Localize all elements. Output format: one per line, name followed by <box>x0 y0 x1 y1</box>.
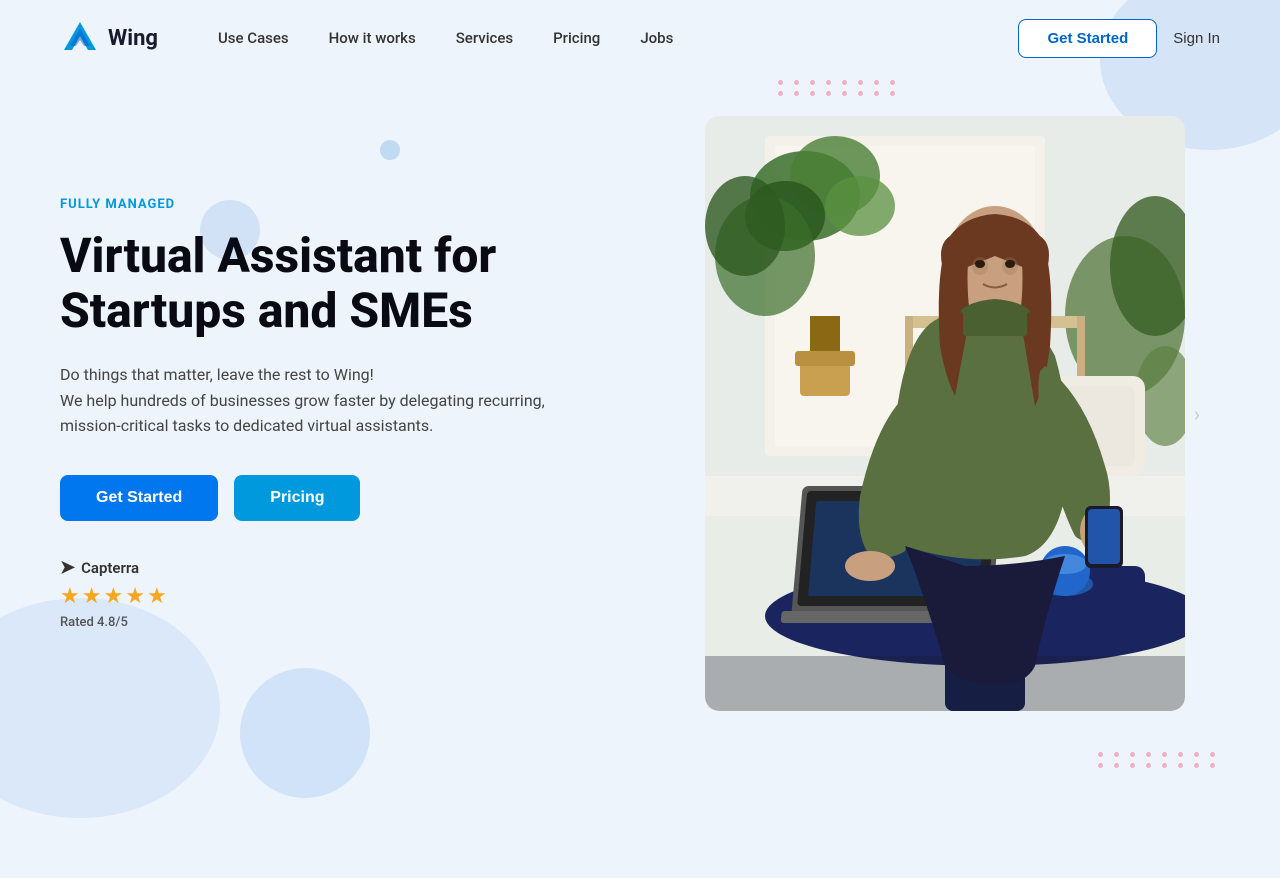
hero-image-area: › <box>670 116 1220 711</box>
hero-buttons: Get Started Pricing <box>60 475 610 521</box>
nav-sign-in-button[interactable]: Sign In <box>1173 30 1220 47</box>
hero-section: FULLY MANAGED Virtual Assistant for Star… <box>0 76 1280 771</box>
logo-text: Wing <box>108 26 158 51</box>
navbar: Wing Use Cases How it works Services Pri… <box>0 0 1280 76</box>
capterra-arrow-icon: ➤ <box>60 557 75 578</box>
nav-link-how-it-works[interactable]: How it works <box>329 29 416 47</box>
hero-image-arrow: › <box>1194 402 1200 426</box>
hero-description: Do things that matter, leave the rest to… <box>60 362 610 439</box>
nav-links: Use Cases How it works Services Pricing … <box>218 29 1018 47</box>
nav-actions: Get Started Sign In <box>1018 19 1220 58</box>
nav-link-pricing[interactable]: Pricing <box>553 29 600 47</box>
hero-image <box>705 116 1185 711</box>
capterra-logo: ➤ Capterra <box>60 557 610 578</box>
hero-title-line2: Startups and SMEs <box>60 282 473 339</box>
logo[interactable]: Wing <box>60 18 158 58</box>
logo-icon <box>60 18 100 58</box>
star-2: ★ <box>82 584 102 609</box>
nav-link-jobs[interactable]: Jobs <box>640 29 673 47</box>
nav-get-started-button[interactable]: Get Started <box>1018 19 1157 58</box>
nav-link-use-cases[interactable]: Use Cases <box>218 29 289 47</box>
star-5: ★ <box>147 584 167 609</box>
hero-tag: FULLY MANAGED <box>60 197 610 212</box>
capterra-rating: ➤ Capterra ★ ★ ★ ★ ★ Rated 4.8/5 <box>60 557 610 630</box>
hero-title-line1: Virtual Assistant for <box>60 227 496 284</box>
hero-desc-line1: Do things that matter, leave the rest to… <box>60 365 374 384</box>
hero-pricing-button[interactable]: Pricing <box>234 475 360 521</box>
star-3: ★ <box>103 584 123 609</box>
hero-get-started-button[interactable]: Get Started <box>60 475 218 521</box>
hero-content: FULLY MANAGED Virtual Assistant for Star… <box>60 197 610 630</box>
star-1: ★ <box>60 584 80 609</box>
nav-link-services[interactable]: Services <box>456 29 513 47</box>
capterra-label: Capterra <box>81 559 139 577</box>
hero-desc-line3: mission-critical tasks to dedicated virt… <box>60 416 433 435</box>
hero-desc-line2: We help hundreds of businesses grow fast… <box>60 391 545 410</box>
hero-title: Virtual Assistant for Startups and SMEs <box>60 228 610 338</box>
star-rating: ★ ★ ★ ★ ★ <box>60 584 610 609</box>
star-4: ★ <box>125 584 145 609</box>
rating-text: Rated 4.8/5 <box>60 615 610 630</box>
